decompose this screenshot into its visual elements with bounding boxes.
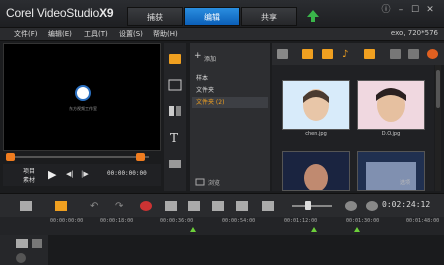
tab-capture[interactable]: 捕获 [127,7,183,26]
folder-item-folder-2[interactable]: 文件夹 (2) [192,97,268,108]
project-mode-label[interactable]: 项目 [23,166,35,175]
chapter-marker[interactable] [190,227,196,232]
video-track-icon[interactable] [16,239,28,248]
preview-window[interactable]: 东方视频工作室 [3,43,161,151]
menu-file[interactable]: 文件(F) [14,29,38,39]
media-thumbnail[interactable] [282,151,350,192]
fit-project-icon[interactable] [345,201,357,211]
clip-mode-label[interactable]: 素材 [23,175,35,184]
media-library-icon[interactable] [168,53,182,65]
close-icon[interactable]: ✕ [424,4,436,16]
add-folder-button[interactable]: 添加 [204,54,216,63]
folder-icon[interactable] [277,49,288,59]
info-icon[interactable]: ⓘ [380,4,392,16]
library-folder-panel: + 添加 样本 文件夹 文件夹 (2) [190,43,270,191]
list-view-icon[interactable] [390,49,401,59]
sort-icon[interactable] [364,49,375,59]
next-frame-icon[interactable]: |▶ [81,170,89,178]
workspace-tabs: 捕获 编辑 共享 [127,7,298,26]
menu-help[interactable]: 帮助(H) [153,29,178,39]
graphics-icon[interactable] [168,157,182,169]
motion-tracking-icon[interactable] [212,201,224,211]
media-thumbnail[interactable] [357,80,425,130]
library-thumbnails: chen.jpg D.O.jpg [272,65,434,192]
ruler-tick-label: 00:00:36:00 [160,218,194,224]
track-header [0,235,48,265]
previous-frame-icon[interactable]: ◀| [66,170,74,178]
chapter-marker[interactable] [354,227,360,232]
track-visibility-icon[interactable] [32,239,42,248]
svg-text:T: T [170,131,178,143]
playback-controls: 项目 素材 ▶ ◀| |▶ 00:00:00:00 [3,164,161,186]
menu-tools[interactable]: 工具(T) [84,29,108,39]
folder-item-samples[interactable]: 样本 [192,73,268,84]
menu-edit[interactable]: 编辑(E) [48,29,72,39]
browse-button[interactable]: 浏览 [208,178,220,187]
auto-music-icon[interactable] [188,201,200,211]
browse-icon[interactable] [195,178,205,186]
storyboard-view-icon[interactable] [20,201,32,211]
zoom-slider[interactable] [292,205,332,207]
undo-icon[interactable]: ↶ [90,201,102,212]
library-toolbar: ♪ [272,43,444,65]
chapter-marker[interactable] [311,227,317,232]
app-title-product: VideoStudio [36,6,100,20]
trim-out-marker[interactable] [136,153,145,161]
app-title-brand: Corel [6,6,37,20]
title-text-icon[interactable]: T [168,131,182,143]
audio-filter-icon[interactable]: ♪ [342,49,353,60]
app-title: Corel VideoStudioX9 [6,6,114,20]
multi-camera-icon[interactable] [262,201,274,211]
video-filter-icon[interactable] [302,49,313,59]
ruler-tick-label: 00:01:12:00 [284,218,318,224]
media-thumbnail[interactable] [282,80,350,130]
transition-icon[interactable] [168,105,182,117]
scrub-track [9,156,149,158]
ruler-tick-label: 00:00:00:00 [50,218,84,224]
project-resolution: exo, 720*576 [390,29,438,37]
app-title-version: X9 [99,6,114,20]
duration-clock-icon [366,201,378,211]
folder-item-folder[interactable]: 文件夹 [192,85,268,96]
import-media-icon[interactable] [427,49,438,59]
thumbnail-caption: chen.jpg [305,131,327,137]
redo-icon[interactable]: ↷ [115,201,127,212]
ruler-tick-label: 00:00:54:00 [222,218,256,224]
ruler-tick-label: 00:00:18:00 [100,218,134,224]
preview-timecode[interactable]: 00:00:00:00 [107,170,147,177]
library-scroll-thumb[interactable] [436,70,440,108]
zoom-slider-knob[interactable] [305,201,311,210]
tab-share[interactable]: 共享 [241,7,297,26]
title-bar: Corel VideoStudioX9 捕获 编辑 共享 ⓘ – ☐ ✕ [0,0,444,28]
tab-edit[interactable]: 编辑 [184,7,240,26]
maximize-icon[interactable]: ☐ [409,4,421,16]
photo-filter-icon[interactable] [322,49,333,59]
add-folder-icon[interactable]: + [194,51,202,61]
media-thumbnail[interactable] [357,151,425,191]
instant-project-icon[interactable] [168,79,182,91]
menu-settings[interactable]: 设置(S) [119,29,143,39]
timeline-view-icon[interactable] [55,201,67,211]
subtitle-editor-icon[interactable] [236,201,248,211]
preview-scrubber[interactable] [3,151,161,163]
options-button[interactable]: 选项 [400,179,410,186]
record-capture-icon[interactable] [140,201,152,211]
menu-bar: 文件(F) 编辑(E) 工具(T) 设置(S) 帮助(H) exo, 720*5… [0,28,444,41]
watermark-text: 东方视频工作室 [69,106,97,111]
track-toggle-icon[interactable] [16,253,26,263]
project-duration: 0:02:24:12 [382,200,431,209]
minimize-icon[interactable]: – [395,4,407,16]
upload-arrow-icon[interactable] [306,9,320,23]
library-category-bar: T [164,43,186,191]
sound-mixer-icon[interactable] [165,201,177,211]
timeline-toolbar: ↶ ↷ 0:02:24:12 [0,193,444,217]
play-icon[interactable]: ▶ [48,168,56,181]
thumbnail-caption: D.O.jpg [381,131,401,137]
watermark-logo-icon [75,85,91,101]
trim-in-marker[interactable] [6,153,15,161]
ruler-tick-label: 00:01:48:00 [406,218,440,224]
timeline-tracks[interactable] [0,235,444,265]
thumbnail-view-icon[interactable] [408,49,419,59]
ruler-tick-label: 00:01:30:00 [346,218,380,224]
